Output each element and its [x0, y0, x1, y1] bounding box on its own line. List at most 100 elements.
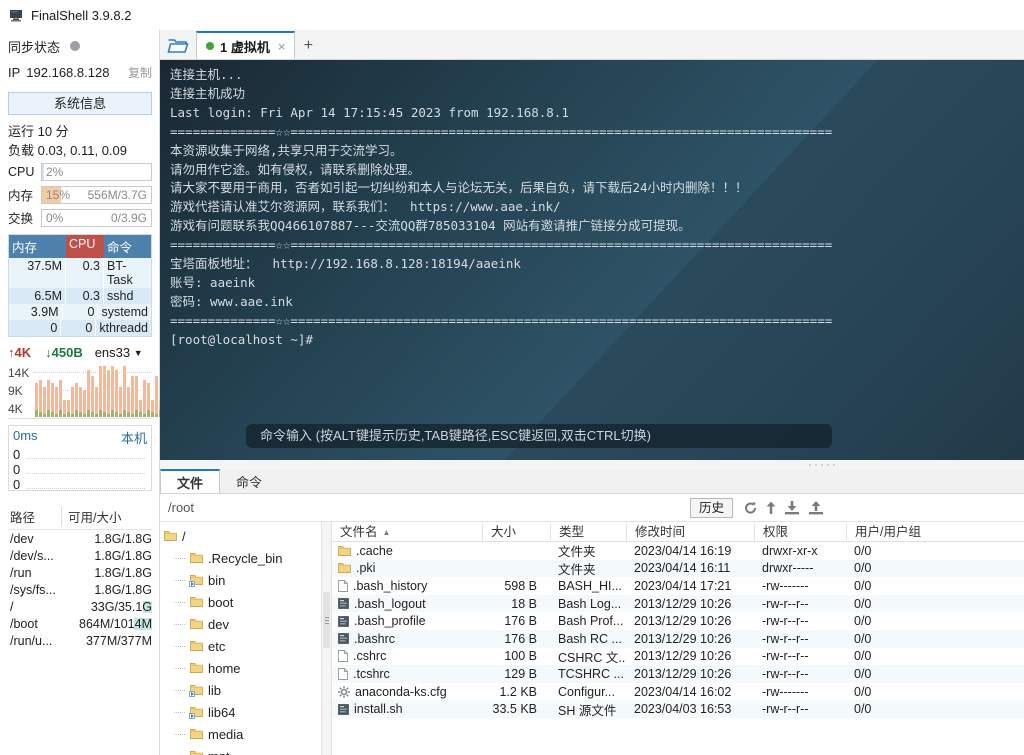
table-row[interactable]: .bashrc176 BBash RC ...2013/12/29 10:26-…	[332, 630, 1024, 648]
file-perm-cell: drwxr-xr-x	[754, 544, 846, 558]
col-filename[interactable]: 文件名▲	[332, 524, 482, 540]
history-button[interactable]: 历史	[690, 498, 733, 518]
upload-bar	[55, 387, 58, 417]
up-directory-icon[interactable]	[766, 501, 776, 515]
col-perm[interactable]: 权限	[754, 524, 846, 540]
table-row[interactable]: install.sh33.5 KBSH 源文件2023/04/03 16:53-…	[332, 700, 1024, 718]
tree-item[interactable]: home	[160, 657, 321, 679]
tree-guide	[174, 668, 185, 669]
download-icon[interactable]	[784, 501, 800, 515]
file-name-cell: .cache	[332, 544, 482, 558]
disk-row[interactable]: /run/u...377M/377M	[8, 632, 152, 649]
process-col-command[interactable]: 命令	[104, 235, 151, 258]
tree-item[interactable]: bin	[160, 569, 321, 591]
terminal[interactable]: 连接主机...连接主机成功Last login: Fri Apr 14 17:1…	[160, 60, 1024, 460]
process-row[interactable]: 3.9M0systemd	[9, 304, 151, 320]
tree-scrollbar[interactable]	[321, 522, 331, 755]
folder-icon	[164, 530, 177, 542]
tree-item[interactable]: boot	[160, 591, 321, 613]
tree-item[interactable]: etc	[160, 635, 321, 657]
table-row[interactable]: .bash_logout18 BBash Log...2013/12/29 10…	[332, 595, 1024, 613]
connection-manager-button[interactable]	[160, 32, 196, 58]
disk-col-size[interactable]: 可用/大小	[68, 507, 121, 526]
upload-bar	[95, 387, 98, 417]
tree-item[interactable]: media	[160, 723, 321, 745]
file-name: .bashrc	[354, 632, 395, 646]
file-name-cell: anaconda-ks.cfg	[332, 685, 482, 699]
col-size[interactable]: 大小	[482, 524, 550, 540]
splitter-handle[interactable]: ·····	[808, 457, 838, 471]
table-row[interactable]: .cshrc100 BCSHRC 文...2013/12/29 10:26-rw…	[332, 648, 1024, 666]
download-bar	[135, 410, 138, 417]
process-row[interactable]: 37.5M0.3BT-Task	[9, 258, 151, 288]
process-col-memory[interactable]: 内存	[9, 235, 66, 258]
table-row[interactable]: .bash_history598 BBASH_HI...2023/04/14 1…	[332, 577, 1024, 595]
file-owner-cell: 0/0	[846, 702, 1024, 716]
path-input[interactable]: /root	[168, 500, 194, 515]
col-type[interactable]: 类型	[550, 524, 626, 540]
table-row[interactable]: .cache文件夹2023/04/14 16:19drwxr-xr-x0/0	[332, 542, 1024, 560]
disk-table: 路径 可用/大小 /dev1.8G/1.8G/dev/s...1.8G/1.8G…	[8, 505, 152, 649]
process-row[interactable]: 6.5M0.3sshd	[9, 288, 151, 304]
terminal-line: 宝塔面板地址： http://192.168.8.128:18194/aaein…	[170, 255, 1024, 274]
process-row[interactable]: 00kthreadd	[9, 320, 151, 336]
file-size-cell: 129 B	[482, 667, 550, 681]
refresh-icon[interactable]	[743, 501, 758, 515]
file-perm-cell: -rw-------	[754, 579, 846, 593]
file-size-cell: 100 B	[482, 649, 550, 663]
gear-icon	[338, 686, 350, 698]
process-cell: 6.5M	[9, 288, 66, 304]
process-table: 内存 CPU 命令 37.5M0.3BT-Task6.5M0.3sshd3.9M…	[8, 234, 152, 337]
tree-item[interactable]: .Recycle_bin	[160, 547, 321, 569]
system-info-button[interactable]: 系统信息	[8, 92, 152, 115]
tree-item-root[interactable]: /	[160, 525, 321, 547]
download-bar	[139, 412, 142, 417]
new-tab-button[interactable]: +	[295, 37, 321, 59]
chevron-down-icon: ▼	[134, 348, 143, 358]
upload-icon[interactable]	[808, 501, 824, 515]
table-row[interactable]: anaconda-ks.cfg1.2 KBConfigur...2023/04/…	[332, 683, 1024, 701]
tab-commands[interactable]: 命令	[220, 469, 278, 493]
disk-path: /dev	[10, 532, 66, 546]
ping-rows: 000	[13, 447, 147, 492]
col-mtime[interactable]: 修改时间	[626, 524, 754, 540]
file-table: 文件名▲ 大小 类型 修改时间 权限 用户/用户组 .cache文件夹2023/…	[331, 522, 1024, 755]
file-name-cell: .bash_profile	[332, 614, 482, 628]
disk-size: 33G/35.1G	[66, 600, 152, 614]
terminal-line: 请大家不要用于商用，否者如引起一切纠纷和本人与论坛无关，后果自负，请下载后24小…	[170, 179, 1024, 198]
disk-row[interactable]: /sys/fs...1.8G/1.8G	[8, 581, 152, 598]
upload-bar	[115, 370, 118, 417]
process-cell: 3.9M	[9, 304, 63, 320]
pane-splitter[interactable]: ·····	[160, 460, 1024, 470]
command-input-hint[interactable]: 命令输入 (按ALT键提示历史,TAB键路径,ESC键返回,双击CTRL切换)	[246, 424, 832, 448]
session-tab[interactable]: 1 虚拟机 ×	[196, 31, 295, 59]
disk-row[interactable]: /dev1.8G/1.8G	[8, 530, 152, 547]
ping-row: 0	[13, 447, 147, 462]
tree-item[interactable]: dev	[160, 613, 321, 635]
disk-row[interactable]: /dev/s...1.8G/1.8G	[8, 547, 152, 564]
file-mtime-cell: 2023/04/14 16:19	[626, 544, 754, 558]
disk-row[interactable]: /run1.8G/1.8G	[8, 564, 152, 581]
tree-item[interactable]: mnt	[160, 745, 321, 755]
disk-path: /boot	[10, 617, 66, 631]
upload-bar	[91, 376, 94, 417]
table-row[interactable]: .tcshrc129 BTCSHRC ...2013/12/29 10:26-r…	[332, 665, 1024, 683]
process-cell: 0	[9, 320, 61, 336]
tree-item[interactable]: lib	[160, 679, 321, 701]
tree-item[interactable]: lib64	[160, 701, 321, 723]
col-owner[interactable]: 用户/用户组	[846, 524, 1024, 540]
table-row[interactable]: .pki文件夹2023/04/14 16:11drwxr-----0/0	[332, 560, 1024, 578]
tree-guide	[174, 624, 185, 625]
directory-tree: /.Recycle_binbinbootdevetchomeliblib64me…	[160, 522, 321, 755]
copy-ip-button[interactable]: 复制	[128, 64, 152, 81]
table-row[interactable]: .bash_profile176 BBash Prof...2013/12/29…	[332, 612, 1024, 630]
disk-row[interactable]: /33G/35.1G	[8, 598, 152, 615]
disk-col-path[interactable]: 路径	[10, 507, 62, 526]
file-size-cell: 33.5 KB	[482, 702, 550, 716]
tab-files[interactable]: 文件	[160, 469, 220, 493]
process-col-cpu[interactable]: CPU	[66, 235, 104, 258]
disk-row[interactable]: /boot864M/1014M	[8, 615, 152, 632]
close-tab-icon[interactable]: ×	[278, 39, 286, 54]
uptime-text: 运行 10 分	[8, 121, 152, 139]
interface-selector[interactable]: ens33 ▼	[95, 345, 143, 360]
